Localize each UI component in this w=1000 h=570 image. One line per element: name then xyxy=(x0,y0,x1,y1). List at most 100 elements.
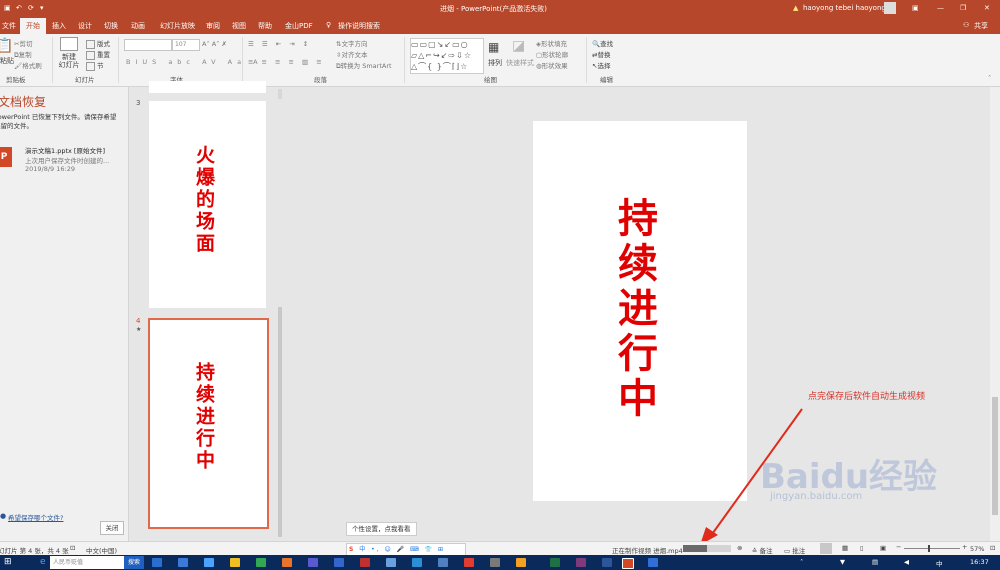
slide-thumbnail-4-selected[interactable]: 持续进行中 xyxy=(148,318,269,529)
slide-sorter-icon[interactable]: ▦ xyxy=(842,544,848,552)
main-slide-text[interactable]: 持续进行中 xyxy=(605,197,663,422)
word-icon[interactable] xyxy=(602,558,612,567)
align-text-button[interactable]: ⇳对齐文本 xyxy=(336,49,367,59)
paste-icon[interactable]: 📋 xyxy=(0,38,13,54)
tab-view[interactable]: 视图 xyxy=(232,21,246,31)
format-painter-button[interactable]: 🖌格式刷 xyxy=(14,60,42,70)
notes-button[interactable]: ≙ 备注 xyxy=(752,545,773,555)
app-icon[interactable] xyxy=(648,558,658,567)
spellcheck-icon[interactable]: ⊡ xyxy=(70,544,75,552)
avatar[interactable] xyxy=(884,2,896,14)
slide-thumbnail-prev[interactable] xyxy=(149,81,266,93)
file-explorer-icon[interactable] xyxy=(230,558,240,567)
share-icon[interactable]: ⚇ xyxy=(963,21,969,29)
excel-icon[interactable] xyxy=(550,558,560,567)
recovered-file-item[interactable]: P 演示文稿1.pptx [原始文件] 上次用户保存文件时创建的... 2019… xyxy=(0,145,126,177)
tab-wps-pdf[interactable]: 金山PDF xyxy=(285,21,313,31)
slideshow-icon[interactable]: ▣ xyxy=(880,544,886,552)
redo-icon[interactable]: ⟳ xyxy=(28,4,34,12)
save-icon[interactable]: ▣ xyxy=(4,4,11,12)
app-icon[interactable] xyxy=(334,558,344,567)
thumbnails-scrollbar-up[interactable] xyxy=(278,89,282,99)
app-icon[interactable] xyxy=(282,558,292,567)
tray-shield-icon[interactable]: ▼ xyxy=(840,558,845,566)
minimize-icon[interactable]: — xyxy=(937,4,944,12)
taskview-icon[interactable] xyxy=(152,558,162,567)
comments-button[interactable]: ▭ 批注 xyxy=(784,545,805,555)
taskbar-search-button[interactable]: 搜索 xyxy=(124,556,144,569)
zoom-level[interactable]: 57% xyxy=(970,545,984,553)
tell-me-search[interactable]: 操作说明搜索 xyxy=(338,21,380,31)
app-icon[interactable] xyxy=(490,558,500,567)
slide-thumbnail-3[interactable]: 火爆的场面 xyxy=(149,101,266,308)
font-size-buttons[interactable]: A˄ A˅ ✗ xyxy=(202,40,227,48)
edge-icon[interactable] xyxy=(204,558,214,567)
tab-design[interactable]: 设计 xyxy=(78,21,92,31)
restore-icon[interactable]: ❐ xyxy=(960,4,966,12)
app-icon[interactable] xyxy=(412,558,422,567)
select-button[interactable]: ↖选择 xyxy=(592,60,610,70)
text-direction-button[interactable]: ⇅文字方向 xyxy=(336,38,367,48)
normal-view-icon[interactable] xyxy=(820,543,832,554)
shape-fill-button[interactable]: ◈形状填充 xyxy=(536,38,567,48)
tray-volume-icon[interactable]: ◀ xyxy=(904,558,909,566)
app-icon[interactable] xyxy=(178,558,188,567)
shapes-gallery[interactable]: ▭▭▢↘↙▭○ ▱△⌐↪↙⇨⇩☆ △⌒{ }⌒⌈⌋☆ xyxy=(410,38,484,74)
zoom-slider[interactable] xyxy=(904,548,960,549)
section-button[interactable]: 节 xyxy=(86,60,104,71)
app-icon[interactable] xyxy=(386,558,396,567)
shape-outline-button[interactable]: ▢形状轮廓 xyxy=(536,49,568,59)
tab-file[interactable]: 文件 xyxy=(2,21,16,31)
quick-styles-button[interactable]: 快速样式 xyxy=(506,58,534,68)
cancel-progress-icon[interactable]: ⊗ xyxy=(737,544,742,552)
ie-browser-icon[interactable]: e xyxy=(40,557,46,567)
tab-help[interactable]: 帮助 xyxy=(258,21,272,31)
zoom-slider-thumb[interactable] xyxy=(928,545,930,552)
font-size-combo[interactable]: 107 xyxy=(172,39,200,51)
tab-slideshow[interactable]: 幻灯片放映 xyxy=(160,21,195,31)
find-button[interactable]: 🔍查找 xyxy=(592,38,613,48)
align-buttons[interactable]: ≡ ≡ ≡ ≡ ▥ ≡ xyxy=(248,58,325,66)
browser-icon[interactable] xyxy=(256,558,266,567)
paste-button[interactable]: 粘贴 xyxy=(0,56,14,66)
tray-ime-icon[interactable]: 中 xyxy=(936,558,943,568)
layout-button[interactable]: 版式 xyxy=(86,38,110,49)
app-icon[interactable] xyxy=(308,558,318,567)
undo-icon[interactable]: ↶ xyxy=(16,4,22,12)
app-icon[interactable] xyxy=(438,558,448,567)
reading-view-icon[interactable]: ▯ xyxy=(860,544,864,552)
new-slide-icon[interactable] xyxy=(60,37,78,51)
powerpoint-icon[interactable] xyxy=(622,558,634,569)
collapse-ribbon-icon[interactable]: ˄ xyxy=(988,74,991,82)
app-icon[interactable] xyxy=(464,558,474,567)
zoom-in-icon[interactable]: + xyxy=(962,543,967,551)
customize-toolbar-icon[interactable]: ▾ xyxy=(40,4,44,12)
tab-insert[interactable]: 插入 xyxy=(52,21,66,31)
arrange-icon[interactable]: ▦ xyxy=(488,40,499,54)
new-slide-button[interactable]: 新建 幻灯片 xyxy=(56,53,82,69)
shape-effects-button[interactable]: ◍形状效果 xyxy=(536,60,568,70)
reset-button[interactable]: 重置 xyxy=(86,49,110,60)
user-name[interactable]: haoyong tebei haoyong xyxy=(803,4,886,12)
ribbon-display-icon[interactable]: ▣ xyxy=(912,4,919,12)
copy-button[interactable]: ⧉复制 xyxy=(14,49,32,60)
onenote-icon[interactable] xyxy=(576,558,586,567)
close-icon[interactable]: ✕ xyxy=(984,4,990,12)
editor-scrollbar-thumb[interactable] xyxy=(992,397,998,515)
replace-button[interactable]: ⇄替换 xyxy=(592,49,610,59)
list-buttons[interactable]: ☰ ☰ ⇤ ⇥ ↕ xyxy=(248,40,311,48)
tab-review[interactable]: 审阅 xyxy=(206,21,220,31)
font-name-combo[interactable] xyxy=(124,39,172,51)
app-icon[interactable] xyxy=(516,558,526,567)
tray-network-icon[interactable]: ▤ xyxy=(872,558,878,566)
tab-home[interactable]: 开始 xyxy=(20,18,46,34)
quick-styles-icon[interactable]: ◪ xyxy=(512,38,525,54)
app-icon[interactable] xyxy=(360,558,370,567)
arrange-button[interactable]: 排列 xyxy=(488,58,502,68)
close-button[interactable]: 关闭 xyxy=(100,521,124,535)
zoom-out-icon[interactable]: − xyxy=(896,543,901,551)
which-file-link[interactable]: 希望保存哪个文件? xyxy=(8,512,63,522)
share-button[interactable]: 共享 xyxy=(974,21,988,31)
thumbnails-scrollbar-thumb[interactable] xyxy=(278,307,282,537)
language-indicator[interactable]: 中文(中国) xyxy=(86,545,117,555)
